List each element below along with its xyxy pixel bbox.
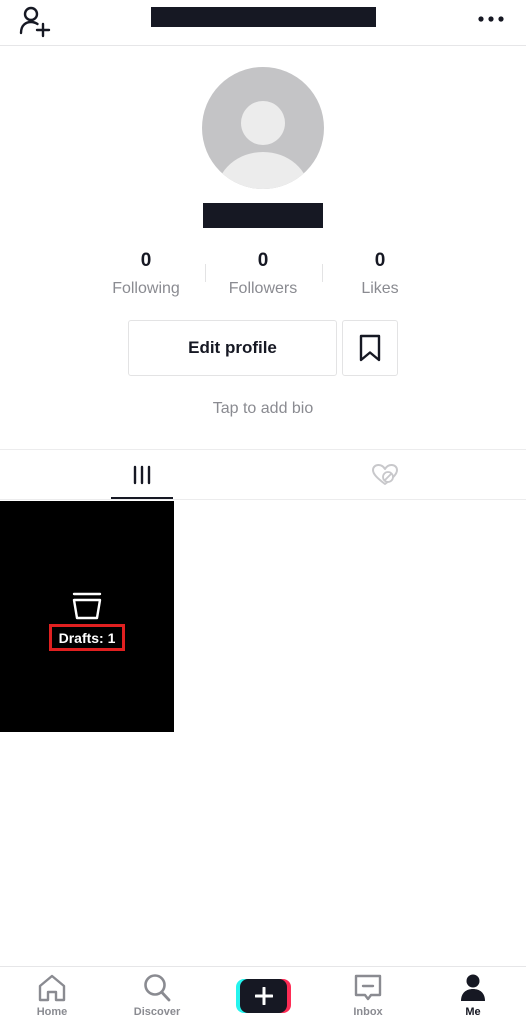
- profile-tabs: [0, 449, 526, 500]
- more-horizontal-icon[interactable]: [476, 10, 506, 28]
- nav-me-label: Me: [465, 1006, 481, 1018]
- stat-followers[interactable]: 0 Followers: [205, 248, 321, 302]
- avatar[interactable]: [202, 67, 324, 189]
- person-icon: [461, 974, 485, 1001]
- nav-home[interactable]: Home: [12, 973, 92, 1018]
- hidden-heart-icon: [372, 464, 398, 485]
- home-icon: [38, 974, 66, 1002]
- bookmark-icon: [359, 334, 381, 362]
- likes-count: 0: [374, 250, 386, 271]
- search-icon: [144, 974, 171, 1002]
- edit-profile-button[interactable]: Edit profile: [128, 320, 337, 376]
- nav-inbox[interactable]: Inbox: [328, 973, 408, 1018]
- likes-label: Likes: [361, 280, 399, 297]
- username-redacted: [151, 7, 376, 27]
- drafts-tile[interactable]: [0, 501, 174, 732]
- drafts-count-label[interactable]: Drafts: 1: [49, 624, 125, 651]
- bio-placeholder[interactable]: Tap to add bio: [0, 400, 526, 418]
- stat-following[interactable]: 0 Following: [88, 248, 204, 302]
- following-count: 0: [140, 250, 152, 271]
- nav-inbox-label: Inbox: [353, 1006, 383, 1018]
- default-avatar-icon: [217, 101, 309, 189]
- bottom-navigation: Home Discover Inbox Me: [0, 966, 526, 1024]
- active-tab-indicator: [111, 497, 173, 499]
- tab-liked[interactable]: [320, 450, 450, 500]
- grid-bars-icon: [133, 465, 151, 485]
- plus-icon: [254, 987, 273, 1005]
- create-button[interactable]: [236, 979, 291, 1013]
- tab-videos[interactable]: [77, 450, 207, 500]
- create-button-face: [240, 979, 287, 1013]
- person-add-icon[interactable]: [18, 4, 52, 38]
- display-name-redacted: [203, 203, 323, 228]
- nav-discover[interactable]: Discover: [117, 973, 197, 1018]
- drafts-bin-icon: [72, 592, 102, 620]
- profile-stats: 0 Following 0 Followers 0 Likes: [88, 248, 438, 304]
- following-label: Following: [112, 280, 180, 297]
- followers-count: 0: [257, 250, 269, 271]
- nav-home-label: Home: [36, 1006, 68, 1018]
- inbox-icon: [354, 974, 382, 1001]
- nav-discover-label: Discover: [133, 1006, 181, 1018]
- stat-likes[interactable]: 0 Likes: [322, 248, 438, 302]
- nav-me[interactable]: Me: [433, 973, 513, 1018]
- followers-label: Followers: [228, 280, 298, 297]
- bookmark-button[interactable]: [342, 320, 398, 376]
- top-bar: [0, 0, 526, 46]
